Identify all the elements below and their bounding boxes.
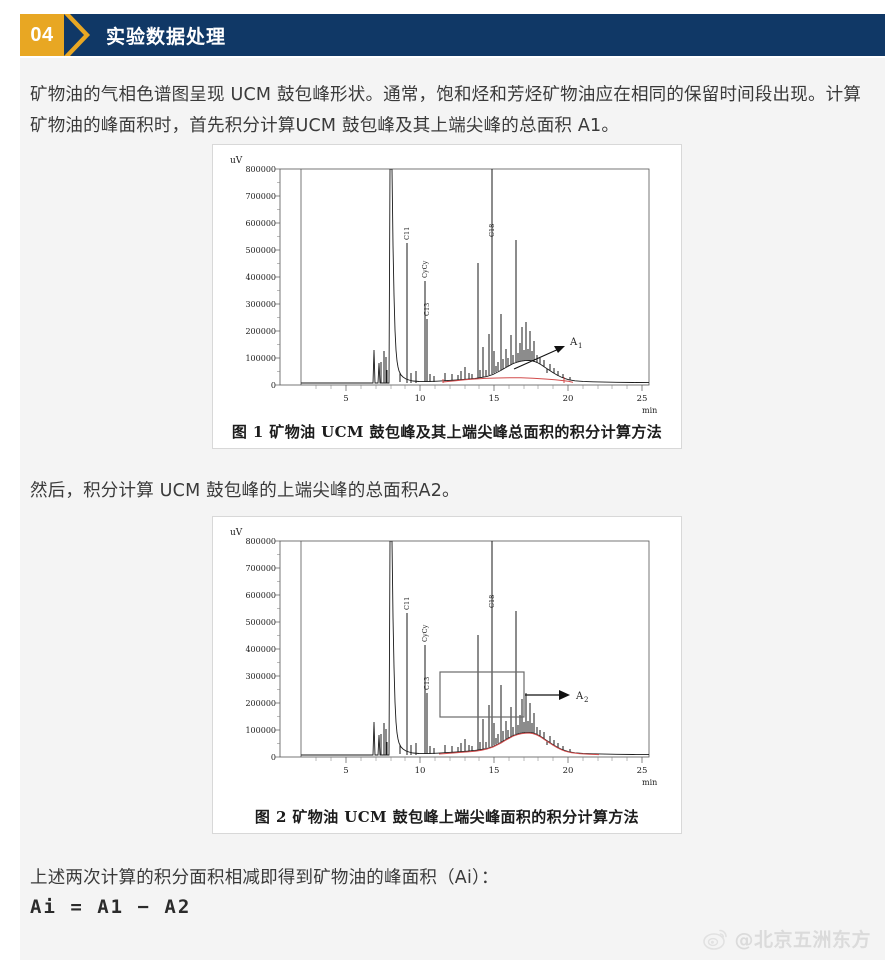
figure-2-container: uV 0 100000 200000 300000 400000 500000 … — [212, 516, 682, 834]
figure-1-chart: uV 0 100000 200000 300000 400000 500000 … — [213, 145, 681, 448]
svg-text:10: 10 — [415, 394, 426, 404]
y-axis-labels: 0 100000 200000 300000 400000 500000 600… — [245, 165, 276, 390]
svg-text:300000: 300000 — [245, 300, 276, 309]
peak-label-c13-2: C13 — [423, 677, 431, 690]
figure-1-caption: 图 1 矿物油 UCM 鼓包峰及其上端尖峰总面积的积分计算方法 — [231, 423, 663, 441]
svg-text:400000: 400000 — [245, 645, 276, 654]
svg-text:25: 25 — [637, 394, 648, 404]
svg-text:700000: 700000 — [245, 192, 276, 201]
svg-text:400000: 400000 — [245, 273, 276, 282]
section-number-group: 04 — [20, 14, 90, 56]
x-axis-unit: min — [642, 406, 657, 415]
paragraph-intro: 矿物油的气相色谱图呈现 UCM 鼓包峰形状。通常，饱和烃和芳烃矿物油应在相同的保… — [30, 85, 862, 136]
figure-1-container: uV 0 100000 200000 300000 400000 500000 … — [212, 144, 682, 449]
svg-text:0: 0 — [271, 753, 276, 762]
svg-text:800000: 800000 — [245, 165, 276, 174]
svg-text:20: 20 — [563, 766, 574, 776]
svg-text:600000: 600000 — [245, 219, 276, 228]
svg-text:100000: 100000 — [245, 726, 276, 735]
x-axis-unit-2: min — [642, 778, 657, 787]
section-number: 04 — [20, 14, 64, 56]
svg-text:0: 0 — [271, 381, 276, 390]
svg-text:600000: 600000 — [245, 591, 276, 600]
y-axis-labels-2: 0 100000 200000 300000 400000 500000 600… — [245, 537, 276, 762]
svg-text:5: 5 — [343, 766, 348, 776]
annotation-a2-subscript: 2 — [584, 696, 588, 704]
peak-label-cycy: CyCy — [421, 260, 429, 278]
svg-text:25: 25 — [637, 766, 648, 776]
svg-text:15: 15 — [489, 766, 500, 776]
peak-label-c18: C18 — [488, 224, 496, 237]
formula-ai: Ai = A1 − A2 — [30, 896, 192, 918]
slide-page: 04 实验数据处理 矿物油的气相色谱图呈现 UCM 鼓包峰形状。通常，饱和烃和芳… — [0, 0, 885, 960]
paragraph-conclusion: 上述两次计算的积分面积相减即得到矿物油的峰面积（Ai）： — [30, 868, 499, 888]
svg-text:800000: 800000 — [245, 537, 276, 546]
svg-text:500000: 500000 — [245, 246, 276, 255]
section-header-banner: 04 实验数据处理 — [20, 14, 885, 56]
peak-label-c11: C11 — [403, 227, 411, 240]
paragraph-middle: 然后，积分计算 UCM 鼓包峰的上端尖峰的总面积A2。 — [30, 481, 460, 501]
annotation-a2-label: A — [575, 691, 584, 702]
chevron-right-icon — [64, 14, 90, 56]
svg-text:200000: 200000 — [245, 699, 276, 708]
svg-text:20: 20 — [563, 394, 574, 404]
content-area: 矿物油的气相色谱图呈现 UCM 鼓包峰形状。通常，饱和烃和芳烃矿物油应在相同的保… — [20, 58, 885, 960]
figure-2-chart: uV 0 100000 200000 300000 400000 500000 … — [213, 517, 681, 833]
svg-text:100000: 100000 — [245, 354, 276, 363]
figure-2-caption: 图 2 矿物油 UCM 鼓包峰上端尖峰面积的积分计算方法 — [254, 808, 640, 826]
watermark-handle: @北京五洲东方 — [734, 929, 871, 951]
weibo-icon — [703, 929, 728, 950]
annotation-a1-subscript: 1 — [578, 342, 582, 350]
annotation-a1-label: A — [569, 337, 578, 348]
svg-text:300000: 300000 — [245, 672, 276, 681]
svg-text:700000: 700000 — [245, 564, 276, 573]
peak-label-c13: C13 — [423, 303, 431, 316]
peak-label-c18-2: C18 — [488, 595, 496, 608]
svg-text:200000: 200000 — [245, 327, 276, 336]
watermark: @北京五洲东方 — [703, 925, 871, 952]
peak-label-c11-2: C11 — [403, 597, 411, 610]
svg-text:5: 5 — [343, 394, 348, 404]
section-title: 实验数据处理 — [106, 25, 227, 48]
svg-text:15: 15 — [489, 394, 500, 404]
y-axis-unit-2: uV — [230, 528, 243, 538]
y-axis-unit: uV — [230, 156, 243, 166]
svg-text:10: 10 — [415, 766, 426, 776]
peak-label-cycy-2: CyCy — [421, 624, 429, 642]
svg-text:500000: 500000 — [245, 618, 276, 627]
